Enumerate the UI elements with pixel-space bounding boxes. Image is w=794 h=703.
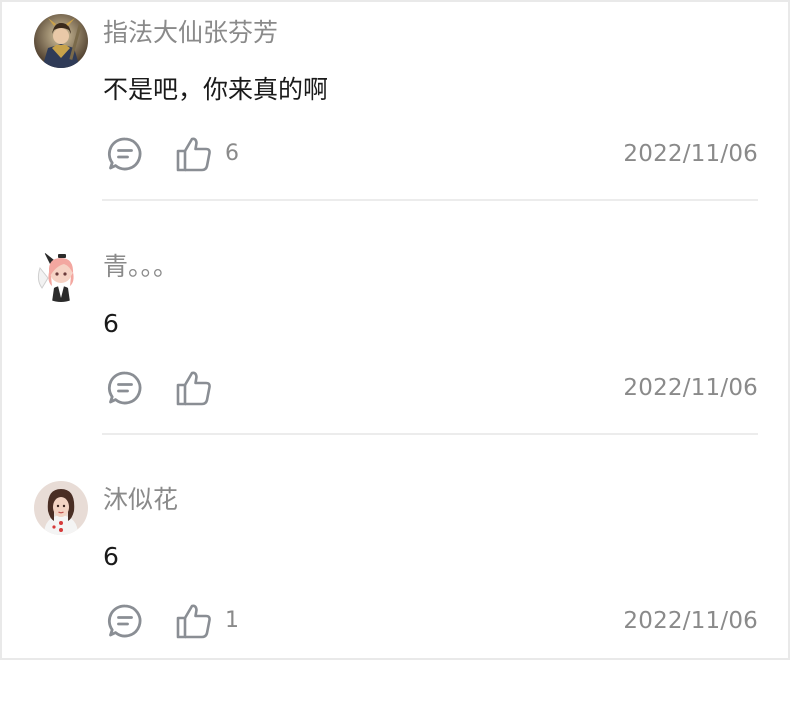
user-avatar[interactable] (34, 14, 88, 68)
comment-item: 青。。。 6 2022/11/06 (2, 236, 792, 470)
woman-portrait-avatar-image (34, 481, 88, 535)
thumbs-up-icon (176, 604, 211, 639)
comment-date: 2022/11/06 (623, 141, 758, 167)
comment-date: 2022/11/06 (623, 375, 758, 401)
user-avatar[interactable] (34, 248, 88, 302)
like-button[interactable] (175, 135, 213, 173)
thumbs-up-icon (176, 371, 211, 406)
comment-text: 不是吧，你来真的啊 (103, 75, 329, 104)
reply-button[interactable] (106, 602, 144, 640)
divider (102, 433, 758, 435)
comment-bubble-icon (107, 371, 142, 405)
like-count: 6 (225, 141, 239, 166)
like-button[interactable] (175, 602, 213, 640)
comment-actions: 2022/11/06 (103, 369, 758, 409)
username[interactable]: 沐似花 (103, 483, 178, 517)
like-button[interactable] (175, 369, 213, 407)
comment-bubble-icon (107, 604, 142, 638)
user-avatar[interactable] (34, 481, 88, 535)
divider (102, 199, 758, 201)
username[interactable]: 青。。。 (103, 250, 178, 284)
anime-girl-avatar-image (34, 248, 88, 302)
comment-item: 沐似花 6 1 2022/11/06 (2, 469, 792, 703)
reply-button[interactable] (106, 369, 144, 407)
comment-bubble-icon (107, 137, 142, 171)
comment-text: 6 (103, 309, 119, 338)
like-count: 1 (225, 608, 239, 633)
thumbs-up-icon (176, 137, 211, 172)
comment-actions: 1 2022/11/06 (103, 602, 758, 642)
comment-list: 指法大仙张芬芳 不是吧，你来真的啊 6 2022/11/06 青。。。 6 20… (0, 0, 790, 660)
comment-actions: 6 2022/11/06 (103, 135, 758, 175)
username[interactable]: 指法大仙张芬芳 (103, 16, 278, 50)
comment-item: 指法大仙张芬芳 不是吧，你来真的啊 6 2022/11/06 (2, 2, 792, 236)
comment-text: 6 (103, 542, 119, 571)
reply-button[interactable] (106, 135, 144, 173)
comment-date: 2022/11/06 (623, 608, 758, 634)
warrior-avatar-image (34, 14, 88, 68)
